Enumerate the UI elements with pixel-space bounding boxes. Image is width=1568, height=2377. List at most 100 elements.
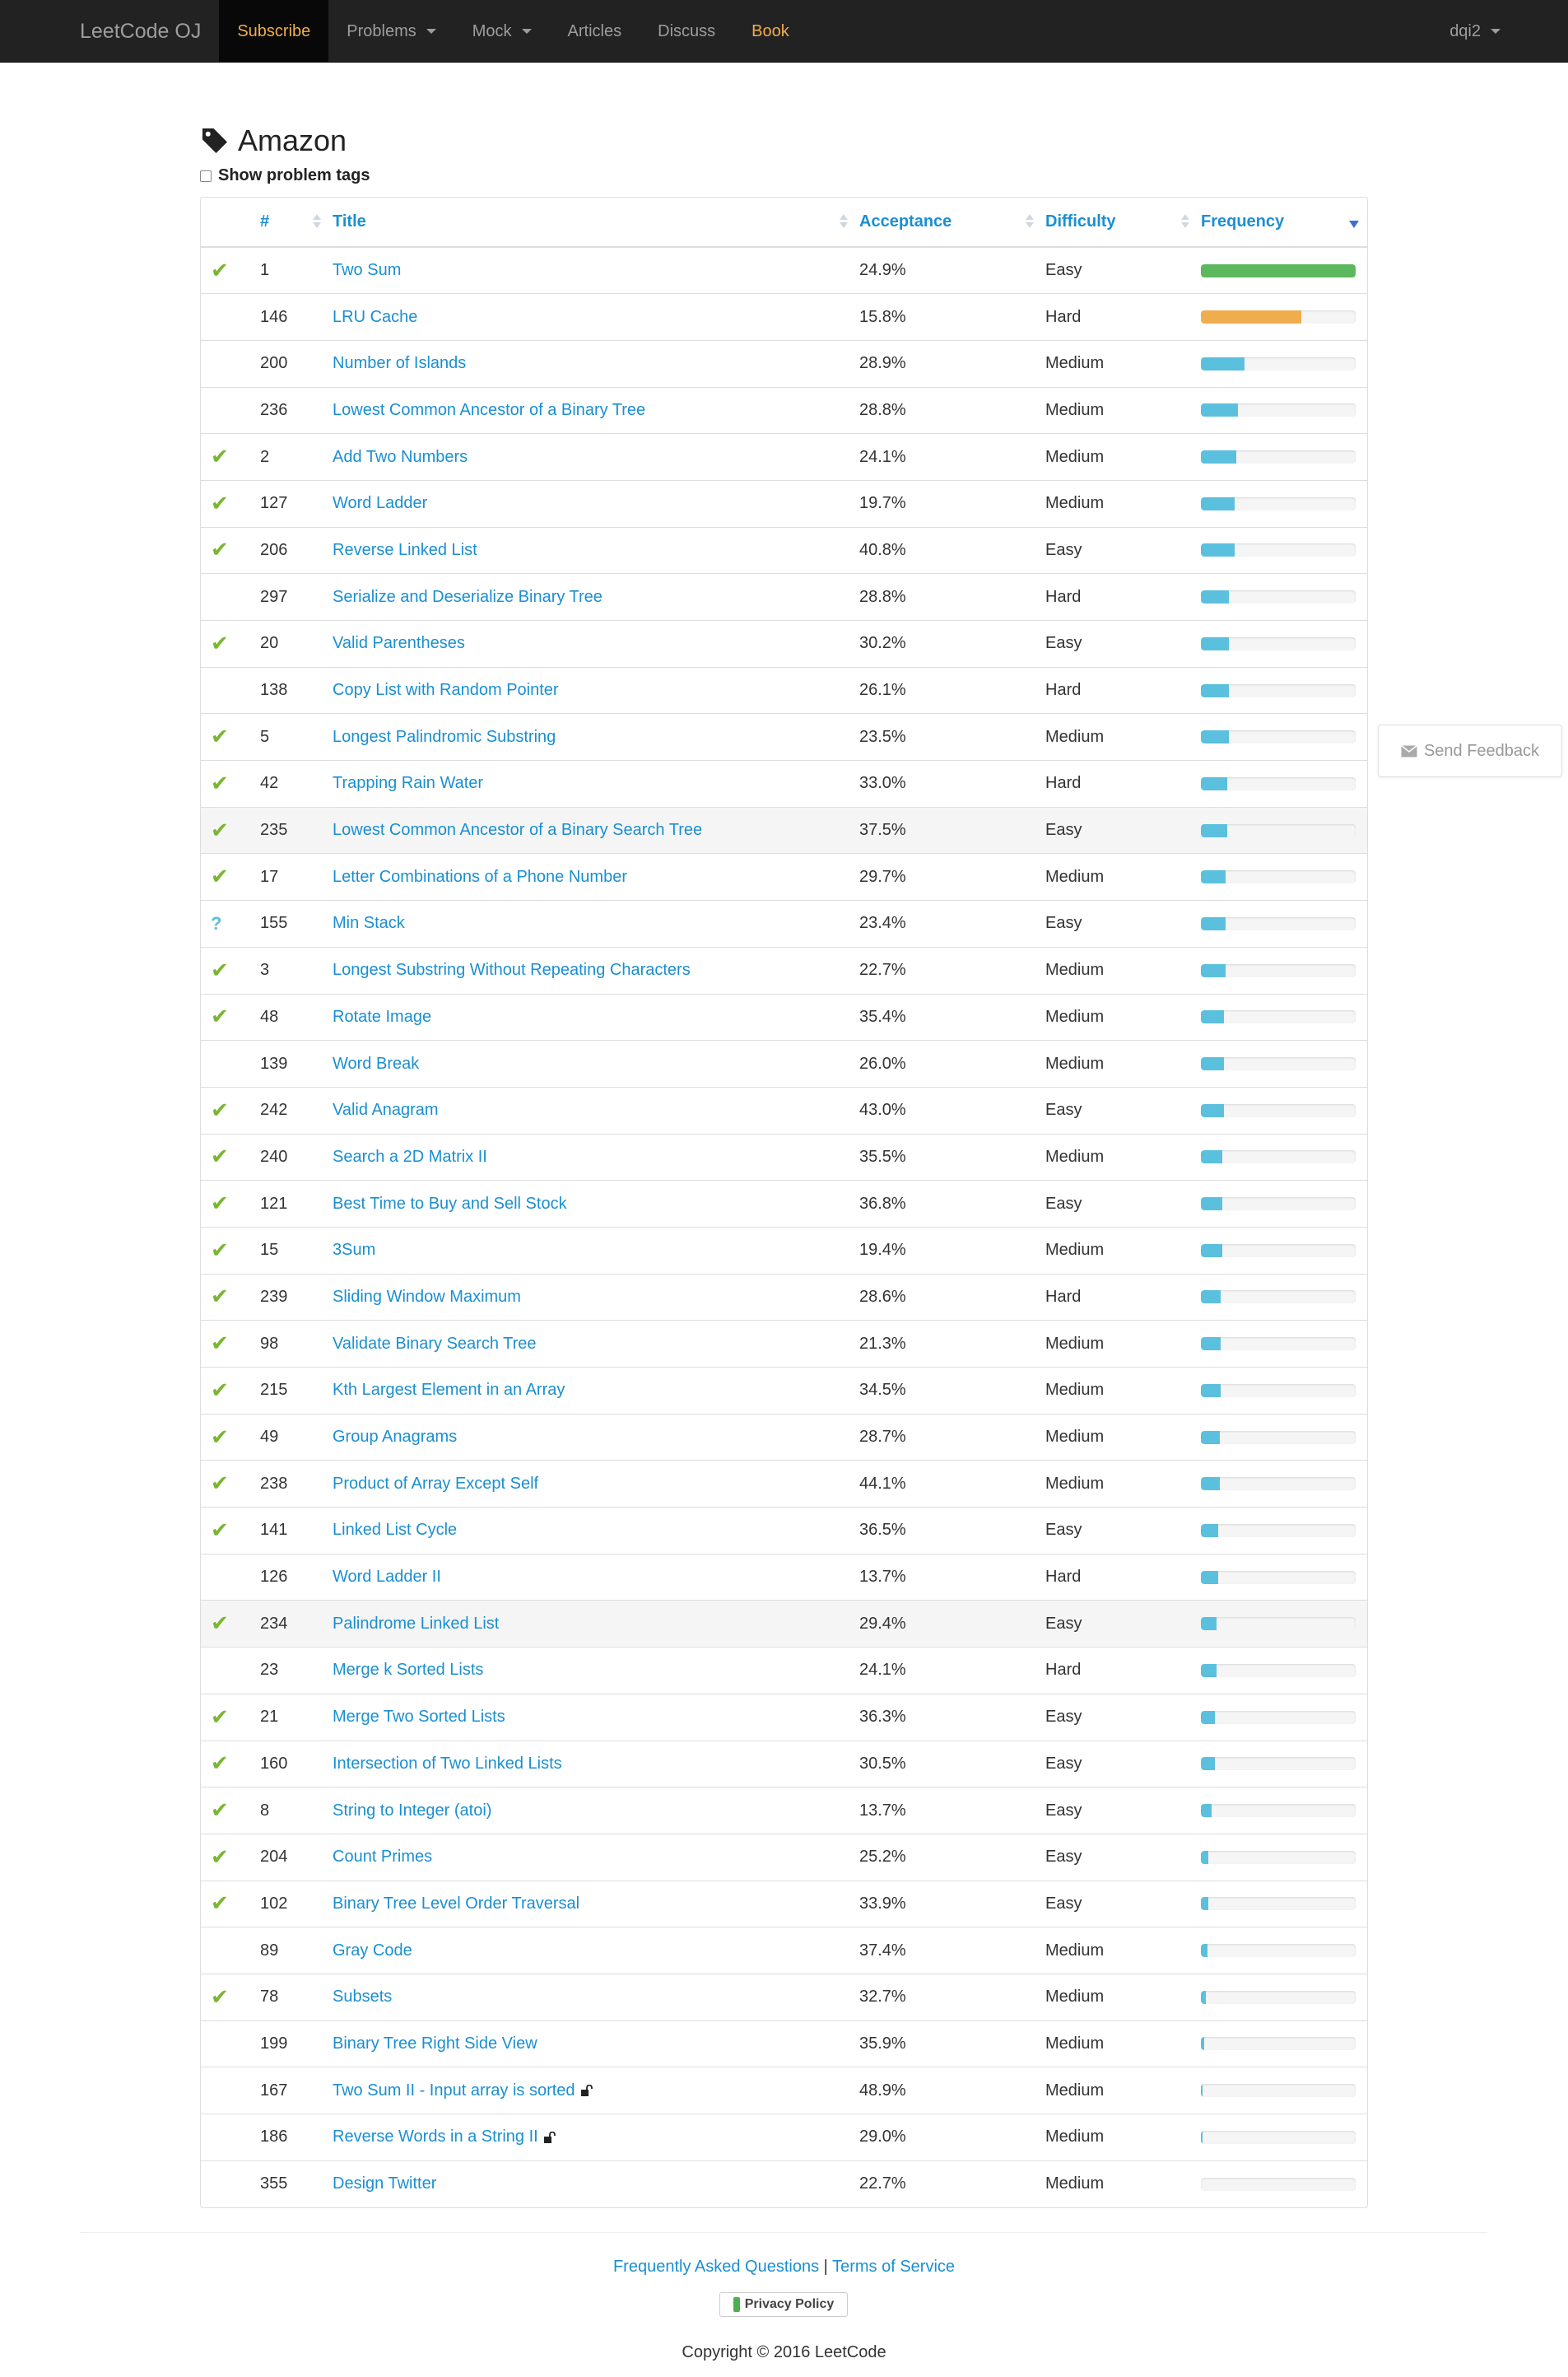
problem-title-link[interactable]: Linked List Cycle: [333, 1521, 457, 1539]
table-row[interactable]: ✔ 49 Group Anagrams 28.7% Medium: [201, 1413, 1367, 1461]
table-row[interactable]: ✔ 121 Best Time to Buy and Sell Stock 36.8%…: [201, 1180, 1367, 1228]
problem-title-link[interactable]: Letter Combinations of a Phone Number: [333, 868, 627, 886]
table-row[interactable]: ✔ 78 Subsets 32.7% Medium: [201, 1973, 1367, 2021]
header-title[interactable]: Title: [333, 198, 859, 248]
nav-problems[interactable]: Problems: [328, 0, 454, 63]
table-row[interactable]: ✔ 102 Binary Tree Level Order Traversal 33.…: [201, 1880, 1367, 1927]
problem-title-link[interactable]: Merge Two Sorted Lists: [333, 1708, 505, 1726]
table-row[interactable]: ✔ 8 String to Integer (atoi) 13.7% Easy: [201, 1787, 1367, 1834]
problem-title-link[interactable]: Group Anagrams: [333, 1428, 457, 1446]
problem-title-link[interactable]: Palindrome Linked List: [333, 1615, 499, 1633]
problem-title-link[interactable]: Reverse Linked List: [333, 541, 477, 559]
table-row[interactable]: ✔ 15 3Sum 19.4% Medium: [201, 1226, 1367, 1275]
header-frequency[interactable]: Frequency: [1201, 198, 1367, 248]
nav-mock[interactable]: Mock: [454, 0, 550, 63]
problem-title-link[interactable]: Valid Anagram: [333, 1101, 439, 1119]
faq-link[interactable]: Frequently Asked Questions: [613, 2258, 819, 2276]
brand-link[interactable]: LeetCode OJ: [80, 0, 201, 63]
table-row[interactable]: 89 Gray Code 37.4% Medium: [201, 1927, 1367, 1974]
header-num[interactable]: #: [260, 198, 333, 248]
problem-title-link[interactable]: Kth Largest Element in an Array: [333, 1381, 565, 1399]
table-row[interactable]: 200 Number of Islands 28.9% Medium: [201, 339, 1367, 388]
problem-title-link[interactable]: Lowest Common Ancestor of a Binary Tree: [333, 401, 645, 419]
problem-title-link[interactable]: Design Twitter: [333, 2174, 436, 2193]
table-row[interactable]: ✔ 238 Product of Array Except Self 44.1% Med…: [201, 1460, 1367, 1508]
table-row[interactable]: 199 Binary Tree Right Side View 35.9% Mediu…: [201, 2020, 1367, 2067]
problem-title-link[interactable]: Word Ladder II: [333, 1568, 441, 1586]
problem-title-link[interactable]: 3Sum: [333, 1241, 375, 1259]
privacy-policy-badge[interactable]: Privacy Policy: [719, 2292, 848, 2317]
table-row[interactable]: ✔ 215 Kth Largest Element in an Array 34.5%…: [201, 1367, 1367, 1415]
nav-subscribe[interactable]: Subscribe: [219, 0, 329, 63]
problem-title-link[interactable]: Search a 2D Matrix II: [333, 1148, 487, 1166]
header-acceptance[interactable]: Acceptance: [859, 198, 1045, 248]
table-row[interactable]: 297 Serialize and Deserialize Binary Tree…: [201, 573, 1367, 621]
problem-title-link[interactable]: Min Stack: [333, 914, 405, 932]
problem-title-link[interactable]: Best Time to Buy and Sell Stock: [333, 1195, 567, 1213]
problem-title-link[interactable]: Longest Palindromic Substring: [333, 728, 556, 746]
table-row[interactable]: 138 Copy List with Random Pointer 26.1% Har…: [201, 666, 1367, 714]
table-row[interactable]: ✔ 206 Reverse Linked List 40.8% Easy: [201, 526, 1367, 574]
table-row[interactable]: 167 Two Sum II - Input array is sorted 48.…: [201, 2067, 1367, 2114]
problem-title-link[interactable]: Count Primes: [333, 1848, 432, 1866]
problem-title-link[interactable]: Binary Tree Level Order Traversal: [333, 1895, 579, 1913]
problem-title-link[interactable]: Word Ladder: [333, 494, 427, 512]
table-row[interactable]: ✔ 235 Lowest Common Ancestor of a Binary S…: [201, 806, 1367, 854]
table-row[interactable]: ✔ 242 Valid Anagram 43.0% Easy: [201, 1086, 1367, 1135]
problem-title-link[interactable]: Valid Parentheses: [333, 634, 465, 652]
table-row[interactable]: ? 155 Min Stack 23.4% Easy: [201, 900, 1367, 948]
table-row[interactable]: ✔ 2 Add Two Numbers 24.1% Medium: [201, 433, 1367, 481]
send-feedback-button[interactable]: Send Feedback: [1378, 725, 1562, 777]
nav-book[interactable]: Book: [733, 0, 807, 63]
show-tags-checkbox[interactable]: [200, 170, 212, 182]
table-row[interactable]: ✔ 240 Search a 2D Matrix II 35.5% Medium: [201, 1133, 1367, 1181]
table-row[interactable]: ✔ 3 Longest Substring Without Repeating Ch…: [201, 946, 1367, 994]
table-row[interactable]: ✔ 17 Letter Combinations of a Phone Number…: [201, 853, 1367, 901]
problem-title-link[interactable]: Two Sum: [333, 261, 401, 279]
problem-title-link[interactable]: Add Two Numbers: [333, 448, 468, 466]
table-row[interactable]: ✔ 141 Linked List Cycle 36.5% Easy: [201, 1507, 1367, 1554]
table-row[interactable]: 23 Merge k Sorted Lists 24.1% Hard: [201, 1647, 1367, 1694]
table-row[interactable]: 126 Word Ladder II 13.7% Hard: [201, 1553, 1367, 1601]
problem-title-link[interactable]: Copy List with Random Pointer: [333, 681, 559, 699]
table-row[interactable]: ✔ 21 Merge Two Sorted Lists 36.3% Easy: [201, 1693, 1367, 1741]
nav-articles[interactable]: Articles: [550, 0, 640, 63]
table-row[interactable]: 146 LRU Cache 15.8% Hard: [201, 293, 1367, 341]
table-row[interactable]: ✔ 127 Word Ladder 19.7% Medium: [201, 479, 1367, 528]
show-tags-toggle[interactable]: Show problem tags: [200, 166, 1368, 185]
problem-title-link[interactable]: Sliding Window Maximum: [333, 1288, 521, 1306]
problem-title-link[interactable]: Validate Binary Search Tree: [333, 1335, 537, 1353]
table-row[interactable]: ✔ 20 Valid Parentheses 30.2% Easy: [201, 620, 1367, 668]
problem-title-link[interactable]: Two Sum II - Input array is sorted: [333, 2081, 575, 2100]
problem-title-link[interactable]: Merge k Sorted Lists: [333, 1661, 483, 1679]
problem-title-link[interactable]: Subsets: [333, 1988, 392, 2006]
table-row[interactable]: 186 Reverse Words in a String II 29.0% Medi…: [201, 2114, 1367, 2161]
problem-title-link[interactable]: Longest Substring Without Repeating Char…: [333, 961, 691, 979]
table-row[interactable]: ✔ 1 Two Sum 24.9% Easy: [201, 246, 1367, 294]
problem-title-link[interactable]: Binary Tree Right Side View: [333, 2034, 537, 2053]
table-row[interactable]: 236 Lowest Common Ancestor of a Binary Tr…: [201, 386, 1367, 434]
nav-discuss[interactable]: Discuss: [640, 0, 733, 63]
table-row[interactable]: 355 Design Twitter 22.7% Medium: [201, 2160, 1367, 2207]
table-row[interactable]: ✔ 204 Count Primes 25.2% Easy: [201, 1833, 1367, 1881]
table-row[interactable]: ✔ 239 Sliding Window Maximum 28.6% Hard: [201, 1273, 1367, 1321]
problem-title-link[interactable]: LRU Cache: [333, 308, 417, 326]
problem-title-link[interactable]: Gray Code: [333, 1941, 412, 1960]
problem-title-link[interactable]: Number of Islands: [333, 354, 466, 372]
problem-title-link[interactable]: Serialize and Deserialize Binary Tree: [333, 588, 603, 606]
table-row[interactable]: ✔ 5 Longest Palindromic Substring 23.5% Medi…: [201, 713, 1367, 761]
table-row[interactable]: ✔ 160 Intersection of Two Linked Lists 30.5…: [201, 1740, 1367, 1787]
terms-link[interactable]: Terms of Service: [832, 2258, 955, 2276]
user-menu[interactable]: dqi2: [1431, 0, 1519, 63]
problem-title-link[interactable]: Lowest Common Ancestor of a Binary Searc…: [333, 821, 702, 839]
table-row[interactable]: ✔ 234 Palindrome Linked List 29.4% Easy: [201, 1600, 1367, 1648]
table-row[interactable]: ✔ 98 Validate Binary Search Tree 21.3% Mediu…: [201, 1320, 1367, 1368]
table-row[interactable]: ✔ 42 Trapping Rain Water 33.0% Hard: [201, 760, 1367, 808]
problem-title-link[interactable]: Intersection of Two Linked Lists: [333, 1755, 562, 1773]
problem-title-link[interactable]: String to Integer (atoi): [333, 1801, 491, 1820]
table-row[interactable]: ✔ 48 Rotate Image 35.4% Medium: [201, 993, 1367, 1041]
table-row[interactable]: 139 Word Break 26.0% Medium: [201, 1040, 1367, 1088]
problem-title-link[interactable]: Trapping Rain Water: [333, 774, 483, 792]
problem-title-link[interactable]: Word Break: [333, 1055, 419, 1073]
problem-title-link[interactable]: Reverse Words in a String II: [333, 2128, 538, 2146]
